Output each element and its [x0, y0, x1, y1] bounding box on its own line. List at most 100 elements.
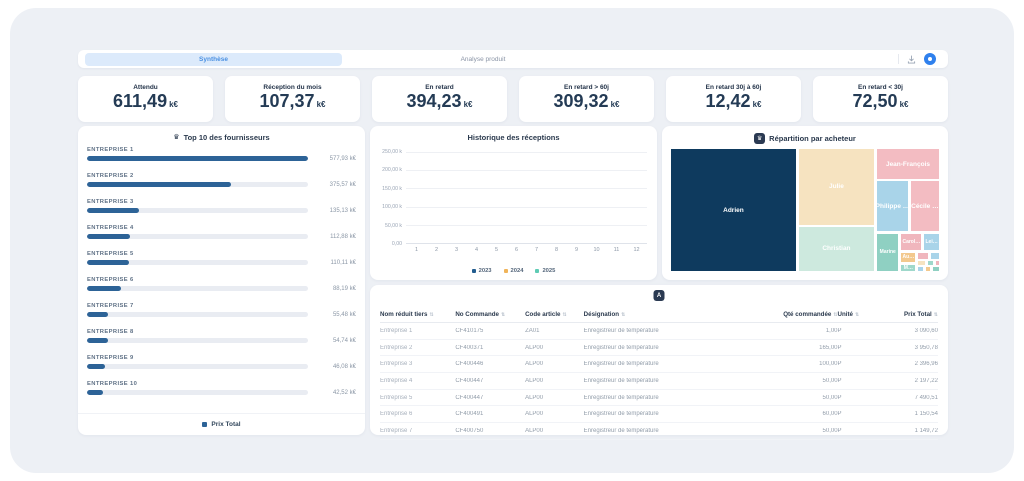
x-tick-label: 3 — [449, 247, 464, 255]
hist-bars — [406, 152, 647, 244]
table-cell: CF400750 — [455, 428, 525, 434]
treemap-cell-philippe[interactable]: Philippe … — [876, 180, 909, 232]
top10-bar-fill[interactable] — [87, 156, 308, 161]
sort-icon[interactable]: ⇅ — [934, 312, 938, 318]
tab-analyse-produit[interactable]: Analyse produit — [344, 53, 622, 66]
top10-bar-list: ENTREPRISE 1577,93 k€ENTREPRISE 2375,57 … — [87, 147, 356, 407]
kpi-unit: k€ — [317, 100, 326, 109]
top10-row-value: 110,11 k€ — [314, 260, 356, 266]
treemap-cell[interactable] — [925, 266, 931, 272]
top10-bar-fill[interactable] — [87, 182, 231, 187]
treemap-cell[interactable] — [917, 260, 926, 266]
treemap-cell[interactable] — [930, 252, 940, 260]
table-cell: CF400447 — [455, 395, 525, 401]
treemap-cell[interactable] — [927, 260, 934, 266]
sort-icon[interactable]: ⇅ — [501, 312, 505, 318]
tab-synthese[interactable]: Synthèse — [85, 53, 342, 66]
table-row[interactable]: Entreprise 4CF400447ALP00Enregistreur de… — [380, 373, 938, 390]
treemap-cell-marine[interactable]: Marine — [876, 233, 899, 272]
legend-item[interactable]: 2025 — [535, 268, 555, 274]
table-cell: P — [838, 395, 874, 401]
kpi-card: Attendu611,49k€ — [78, 76, 213, 122]
treemap-cell[interactable] — [917, 252, 929, 260]
treemap-cell-jean-fran-ois[interactable]: Jean-François — [876, 148, 940, 180]
legend-item[interactable]: 2023 — [472, 268, 492, 274]
column-header[interactable]: Qté commandée⇅ — [768, 311, 838, 318]
treemap-cell-adrien[interactable]: Adrien — [670, 148, 797, 272]
treemap-cell-c-cile[interactable]: Cécile … — [910, 180, 940, 232]
column-header[interactable]: Unité⇅ — [838, 311, 874, 318]
panel-historique-receptions: Historique des réceptions 250,00 k200,00… — [370, 126, 657, 280]
top10-legend-label: Prix Total — [211, 421, 240, 428]
column-header-label: Nom réduit tiers — [380, 311, 427, 318]
top10-row-value: 46,08 k€ — [314, 364, 356, 370]
top10-bar-track — [87, 156, 308, 161]
table-row[interactable]: Entreprise 3CF400446ALP00Enregistreur de… — [380, 356, 938, 373]
top10-bar-fill[interactable] — [87, 234, 130, 239]
table-cell: 1 149,72 — [874, 428, 938, 434]
sort-icon[interactable]: ⇅ — [429, 312, 433, 318]
table-cell: 7 490,51 — [874, 395, 938, 401]
sort-icon[interactable]: ⇅ — [621, 312, 625, 318]
column-header[interactable]: Nom réduit tiers⇅ — [380, 311, 455, 318]
treemap-cell[interactable] — [935, 260, 940, 266]
top10-row-line: 577,93 k€ — [87, 156, 356, 162]
treemap-cell-julie[interactable]: Julie — [798, 148, 875, 226]
legend-item[interactable]: 2024 — [504, 268, 524, 274]
column-header[interactable]: Prix Total⇅ — [874, 311, 938, 318]
column-header[interactable]: Désignation⇅ — [584, 311, 768, 318]
top10-bar-fill[interactable] — [87, 338, 108, 343]
treemap-cell[interactable] — [932, 266, 940, 272]
column-header[interactable]: No Commande⇅ — [455, 311, 525, 318]
table-cell: 2 396,96 — [874, 361, 938, 367]
treemap-cell[interactable] — [917, 266, 924, 272]
top10-row-line: 112,88 k€ — [87, 234, 356, 240]
table-cell: 60,00 — [768, 411, 838, 417]
top10-row-label: ENTREPRISE 2 — [87, 173, 356, 179]
y-tick-label: 200,00 k — [374, 167, 402, 173]
top10-row-label: ENTREPRISE 7 — [87, 303, 356, 309]
table-row[interactable]: Entreprise 6CF400491ALP00Enregistreur de… — [380, 406, 938, 423]
treemap-cell-m[interactable]: M… — [900, 264, 916, 272]
table-cell: P — [838, 411, 874, 417]
table-cell: Enregistreur de température — [584, 345, 768, 351]
table-cell: Enregistreur de température — [584, 378, 768, 384]
top10-bar-track — [87, 260, 308, 265]
top10-bar-track — [87, 312, 308, 317]
table-row[interactable]: Entreprise 7CF400750ALP00Enregistreur de… — [380, 423, 938, 440]
top10-bar-fill[interactable] — [87, 286, 121, 291]
top10-bar-fill[interactable] — [87, 312, 108, 317]
top10-row: ENTREPRISE 1577,93 k€ — [87, 147, 356, 173]
table-cell: P — [838, 361, 874, 367]
panel-repartition-acheteur: ♛ Répartition par acheteur AdrienJulieCh… — [662, 126, 948, 280]
table-row[interactable]: Entreprise 2CF400371ALP00Enregistreur de… — [380, 340, 938, 357]
top10-row-line: 110,11 k€ — [87, 260, 356, 266]
sort-icon[interactable]: ⇅ — [563, 312, 567, 318]
table-cell: Entreprise 4 — [380, 378, 455, 384]
table-badge-button[interactable]: A — [654, 290, 665, 301]
kpi-value: 309,32k€ — [554, 92, 620, 114]
column-header[interactable]: Code article⇅ — [525, 311, 584, 318]
x-tick-label: 9 — [569, 247, 584, 255]
top10-row: ENTREPRISE 854,74 k€ — [87, 329, 356, 355]
action-button[interactable] — [924, 53, 936, 65]
treemap-cell-christian[interactable]: Christian — [798, 226, 875, 273]
x-tick-label: 6 — [509, 247, 524, 255]
sort-icon[interactable]: ⇅ — [855, 312, 859, 318]
x-tick-label: 2 — [429, 247, 444, 255]
top10-bar-fill[interactable] — [87, 208, 139, 213]
treemap-cell-carol[interactable]: Carol… — [900, 233, 922, 251]
table-cell: Entreprise 5 — [380, 395, 455, 401]
table-row[interactable]: Entreprise 5CF400447ALP00Enregistreur de… — [380, 390, 938, 407]
table-row[interactable]: Entreprise 1CF410175ZA01Enregistreur de … — [380, 323, 938, 340]
top10-bar-fill[interactable] — [87, 364, 105, 369]
table-cell: 100,00 — [768, 361, 838, 367]
kpi-card: En retard > 60j309,32k€ — [519, 76, 654, 122]
top10-bar-track — [87, 390, 308, 395]
treemap-cell-au[interactable]: Au… — [900, 252, 916, 264]
treemap-cell-lei[interactable]: Lei… — [923, 233, 940, 251]
kpi-card: Réception du mois107,37k€ — [225, 76, 360, 122]
download-button[interactable] — [906, 54, 917, 65]
top10-bar-fill[interactable] — [87, 260, 129, 265]
top10-bar-fill[interactable] — [87, 390, 103, 395]
